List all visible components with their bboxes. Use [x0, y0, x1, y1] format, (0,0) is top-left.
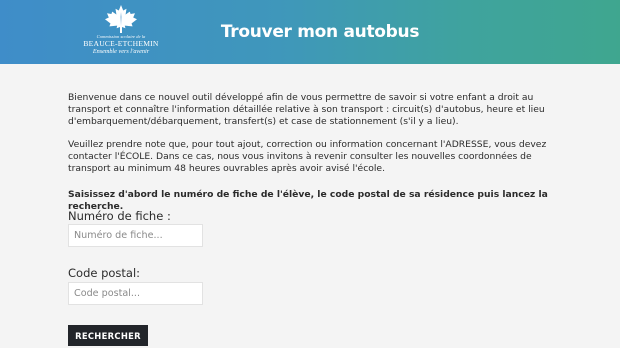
- logo-tagline: Ensemble vers l'avenir: [92, 48, 150, 55]
- postal-code-input[interactable]: [68, 282, 203, 305]
- postal-code-label: Code postal:: [68, 266, 141, 280]
- fiche-number-input[interactable]: [68, 224, 203, 247]
- search-button[interactable]: RECHERCHER: [68, 325, 148, 346]
- page-title: Trouver mon autobus: [220, 22, 420, 42]
- address-notice-paragraph: Veuillez prendre note que, pour tout ajo…: [68, 139, 547, 175]
- page-header: Commission scolaire de la BEAUCE-ETCHEMI…: [0, 0, 620, 64]
- fiche-label: Numéro de fiche :: [68, 209, 171, 223]
- intro-section: Bienvenue dans ce nouvel outil développé…: [68, 92, 558, 213]
- intro-paragraph: Bienvenue dans ce nouvel outil développé…: [68, 92, 545, 128]
